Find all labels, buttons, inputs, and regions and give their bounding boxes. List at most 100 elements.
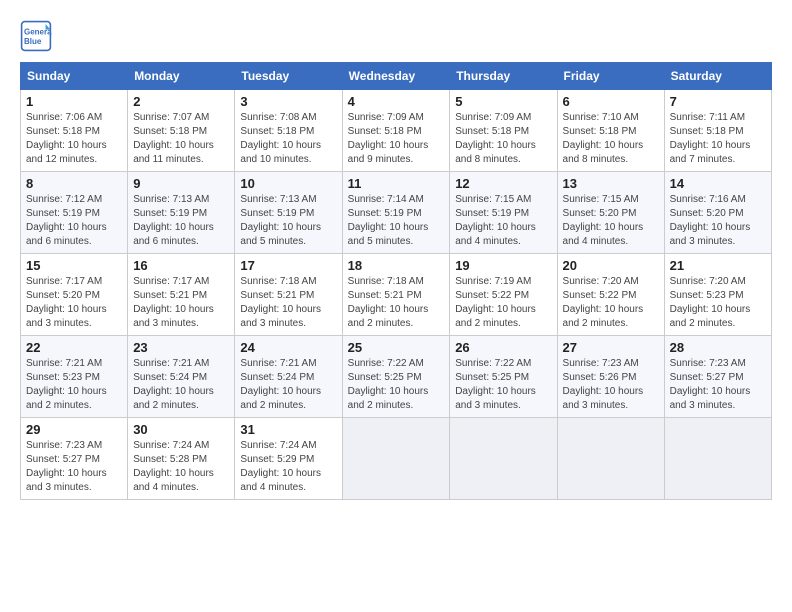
calendar-day-cell: [664, 418, 771, 500]
calendar-day-cell: 13 Sunrise: 7:15 AMSunset: 5:20 PMDaylig…: [557, 172, 664, 254]
calendar-day-cell: 24 Sunrise: 7:21 AMSunset: 5:24 PMDaylig…: [235, 336, 342, 418]
day-number: 31: [240, 422, 336, 437]
day-detail: Sunrise: 7:06 AMSunset: 5:18 PMDaylight:…: [26, 112, 107, 165]
calendar-day-cell: 18 Sunrise: 7:18 AMSunset: 5:21 PMDaylig…: [342, 254, 450, 336]
day-detail: Sunrise: 7:08 AMSunset: 5:18 PMDaylight:…: [240, 112, 321, 165]
calendar-day-cell: 26 Sunrise: 7:22 AMSunset: 5:25 PMDaylig…: [450, 336, 557, 418]
day-number: 30: [133, 422, 229, 437]
calendar-week-row: 15 Sunrise: 7:17 AMSunset: 5:20 PMDaylig…: [21, 254, 772, 336]
calendar-week-row: 8 Sunrise: 7:12 AMSunset: 5:19 PMDayligh…: [21, 172, 772, 254]
day-number: 29: [26, 422, 122, 437]
calendar-day-cell: 12 Sunrise: 7:15 AMSunset: 5:19 PMDaylig…: [450, 172, 557, 254]
day-detail: Sunrise: 7:20 AMSunset: 5:22 PMDaylight:…: [563, 276, 644, 329]
calendar-day-cell: 7 Sunrise: 7:11 AMSunset: 5:18 PMDayligh…: [664, 90, 771, 172]
day-number: 26: [455, 340, 551, 355]
calendar-day-cell: 5 Sunrise: 7:09 AMSunset: 5:18 PMDayligh…: [450, 90, 557, 172]
calendar-day-cell: 11 Sunrise: 7:14 AMSunset: 5:19 PMDaylig…: [342, 172, 450, 254]
calendar-day-cell: 21 Sunrise: 7:20 AMSunset: 5:23 PMDaylig…: [664, 254, 771, 336]
calendar-day-cell: 15 Sunrise: 7:17 AMSunset: 5:20 PMDaylig…: [21, 254, 128, 336]
day-number: 8: [26, 176, 122, 191]
day-number: 14: [670, 176, 766, 191]
col-header-wednesday: Wednesday: [342, 63, 450, 90]
day-number: 22: [26, 340, 122, 355]
calendar-day-cell: 23 Sunrise: 7:21 AMSunset: 5:24 PMDaylig…: [128, 336, 235, 418]
day-number: 20: [563, 258, 659, 273]
page-header: General Blue: [20, 20, 772, 52]
day-number: 18: [348, 258, 445, 273]
day-number: 27: [563, 340, 659, 355]
day-detail: Sunrise: 7:13 AMSunset: 5:19 PMDaylight:…: [240, 194, 321, 247]
day-number: 16: [133, 258, 229, 273]
day-detail: Sunrise: 7:10 AMSunset: 5:18 PMDaylight:…: [563, 112, 644, 165]
day-detail: Sunrise: 7:17 AMSunset: 5:21 PMDaylight:…: [133, 276, 214, 329]
day-detail: Sunrise: 7:22 AMSunset: 5:25 PMDaylight:…: [455, 358, 536, 411]
day-detail: Sunrise: 7:14 AMSunset: 5:19 PMDaylight:…: [348, 194, 429, 247]
col-header-sunday: Sunday: [21, 63, 128, 90]
calendar-day-cell: 22 Sunrise: 7:21 AMSunset: 5:23 PMDaylig…: [21, 336, 128, 418]
calendar-day-cell: 9 Sunrise: 7:13 AMSunset: 5:19 PMDayligh…: [128, 172, 235, 254]
day-number: 7: [670, 94, 766, 109]
day-number: 15: [26, 258, 122, 273]
day-number: 17: [240, 258, 336, 273]
day-detail: Sunrise: 7:24 AMSunset: 5:28 PMDaylight:…: [133, 440, 214, 493]
calendar-week-row: 1 Sunrise: 7:06 AMSunset: 5:18 PMDayligh…: [21, 90, 772, 172]
col-header-friday: Friday: [557, 63, 664, 90]
day-number: 25: [348, 340, 445, 355]
day-number: 28: [670, 340, 766, 355]
day-detail: Sunrise: 7:21 AMSunset: 5:24 PMDaylight:…: [133, 358, 214, 411]
day-number: 1: [26, 94, 122, 109]
day-detail: Sunrise: 7:09 AMSunset: 5:18 PMDaylight:…: [455, 112, 536, 165]
calendar-day-cell: 14 Sunrise: 7:16 AMSunset: 5:20 PMDaylig…: [664, 172, 771, 254]
calendar-day-cell: 17 Sunrise: 7:18 AMSunset: 5:21 PMDaylig…: [235, 254, 342, 336]
col-header-saturday: Saturday: [664, 63, 771, 90]
calendar-header-row: SundayMondayTuesdayWednesdayThursdayFrid…: [21, 63, 772, 90]
day-detail: Sunrise: 7:09 AMSunset: 5:18 PMDaylight:…: [348, 112, 429, 165]
calendar-day-cell: 29 Sunrise: 7:23 AMSunset: 5:27 PMDaylig…: [21, 418, 128, 500]
day-number: 13: [563, 176, 659, 191]
calendar-day-cell: 28 Sunrise: 7:23 AMSunset: 5:27 PMDaylig…: [664, 336, 771, 418]
day-detail: Sunrise: 7:11 AMSunset: 5:18 PMDaylight:…: [670, 112, 751, 165]
logo-icon: General Blue: [20, 20, 52, 52]
svg-text:Blue: Blue: [24, 37, 42, 46]
calendar-day-cell: [450, 418, 557, 500]
calendar-day-cell: 6 Sunrise: 7:10 AMSunset: 5:18 PMDayligh…: [557, 90, 664, 172]
calendar-day-cell: 3 Sunrise: 7:08 AMSunset: 5:18 PMDayligh…: [235, 90, 342, 172]
calendar-day-cell: 1 Sunrise: 7:06 AMSunset: 5:18 PMDayligh…: [21, 90, 128, 172]
day-detail: Sunrise: 7:20 AMSunset: 5:23 PMDaylight:…: [670, 276, 751, 329]
day-detail: Sunrise: 7:21 AMSunset: 5:24 PMDaylight:…: [240, 358, 321, 411]
day-number: 23: [133, 340, 229, 355]
day-detail: Sunrise: 7:17 AMSunset: 5:20 PMDaylight:…: [26, 276, 107, 329]
calendar-day-cell: [342, 418, 450, 500]
day-number: 2: [133, 94, 229, 109]
day-number: 3: [240, 94, 336, 109]
calendar-week-row: 29 Sunrise: 7:23 AMSunset: 5:27 PMDaylig…: [21, 418, 772, 500]
calendar-day-cell: 27 Sunrise: 7:23 AMSunset: 5:26 PMDaylig…: [557, 336, 664, 418]
day-number: 5: [455, 94, 551, 109]
col-header-thursday: Thursday: [450, 63, 557, 90]
day-detail: Sunrise: 7:16 AMSunset: 5:20 PMDaylight:…: [670, 194, 751, 247]
calendar-day-cell: 20 Sunrise: 7:20 AMSunset: 5:22 PMDaylig…: [557, 254, 664, 336]
day-number: 9: [133, 176, 229, 191]
day-detail: Sunrise: 7:23 AMSunset: 5:26 PMDaylight:…: [563, 358, 644, 411]
calendar-day-cell: [557, 418, 664, 500]
day-detail: Sunrise: 7:13 AMSunset: 5:19 PMDaylight:…: [133, 194, 214, 247]
day-detail: Sunrise: 7:23 AMSunset: 5:27 PMDaylight:…: [26, 440, 107, 493]
calendar-week-row: 22 Sunrise: 7:21 AMSunset: 5:23 PMDaylig…: [21, 336, 772, 418]
day-detail: Sunrise: 7:15 AMSunset: 5:20 PMDaylight:…: [563, 194, 644, 247]
col-header-monday: Monday: [128, 63, 235, 90]
calendar-day-cell: 16 Sunrise: 7:17 AMSunset: 5:21 PMDaylig…: [128, 254, 235, 336]
day-detail: Sunrise: 7:22 AMSunset: 5:25 PMDaylight:…: [348, 358, 429, 411]
calendar-day-cell: 8 Sunrise: 7:12 AMSunset: 5:19 PMDayligh…: [21, 172, 128, 254]
calendar-day-cell: 25 Sunrise: 7:22 AMSunset: 5:25 PMDaylig…: [342, 336, 450, 418]
calendar-day-cell: 19 Sunrise: 7:19 AMSunset: 5:22 PMDaylig…: [450, 254, 557, 336]
day-number: 21: [670, 258, 766, 273]
day-detail: Sunrise: 7:21 AMSunset: 5:23 PMDaylight:…: [26, 358, 107, 411]
day-number: 19: [455, 258, 551, 273]
day-number: 6: [563, 94, 659, 109]
day-number: 10: [240, 176, 336, 191]
day-detail: Sunrise: 7:24 AMSunset: 5:29 PMDaylight:…: [240, 440, 321, 493]
day-number: 4: [348, 94, 445, 109]
col-header-tuesday: Tuesday: [235, 63, 342, 90]
day-detail: Sunrise: 7:19 AMSunset: 5:22 PMDaylight:…: [455, 276, 536, 329]
calendar-table: SundayMondayTuesdayWednesdayThursdayFrid…: [20, 62, 772, 500]
